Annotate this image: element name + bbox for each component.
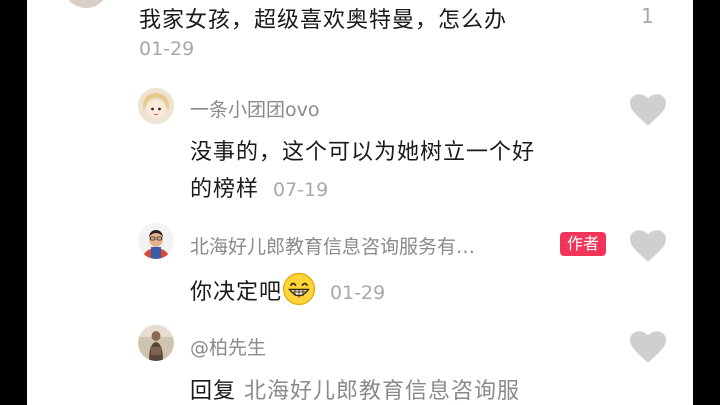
reply-3-avatar[interactable] xyxy=(138,325,174,361)
reply-3-target-link[interactable]: 北海好儿郎教育信息咨询服 xyxy=(244,379,520,404)
comment-thread-panel: 我家女孩，超级喜欢奥特曼，怎么办 01-29 1 一条小团团ovo 没事的，这个… xyxy=(27,0,693,405)
grin-emoji-icon xyxy=(282,272,316,306)
reply-3-username[interactable]: @柏先生 xyxy=(190,333,266,360)
reply-3-text-line: 回复 北海好儿郎教育信息咨询服 xyxy=(190,373,520,405)
man-portrait-avatar-icon xyxy=(138,223,174,259)
reply-2-time: 01-29 xyxy=(330,282,386,304)
reply-1-text-line1: 没事的，这个可以为她树立一个好 xyxy=(190,140,536,165)
heart-icon xyxy=(630,230,666,262)
heart-icon xyxy=(630,331,666,363)
reply-2-text: 你决定吧 xyxy=(190,280,283,305)
reply-1-text-line2-body: 的榜样 xyxy=(190,177,260,202)
top-comment-like-count: 1 xyxy=(641,4,654,28)
reply-2-username[interactable]: 北海好儿郎教育信息咨询服务有… xyxy=(190,232,475,259)
reply-1-avatar[interactable] xyxy=(138,88,174,124)
reply-1-username[interactable]: 一条小团团ovo xyxy=(190,95,320,122)
top-comment-text: 我家女孩，超级喜欢奥特曼，怎么办 xyxy=(139,8,508,33)
reply-1-text-line2: 的榜样 07-19 xyxy=(190,171,328,203)
author-badge: 作者 xyxy=(560,232,607,256)
portrait-photo-avatar-icon xyxy=(138,325,174,361)
anime-girl-avatar-icon xyxy=(138,88,174,124)
top-comment-time: 01-29 xyxy=(139,38,195,60)
reply-2-avatar[interactable] xyxy=(138,223,174,259)
reply-3-like-button[interactable] xyxy=(630,331,666,363)
reply-1-like-button[interactable] xyxy=(630,94,666,126)
reply-1-time: 07-19 xyxy=(273,179,329,201)
top-comment-avatar[interactable] xyxy=(63,0,109,8)
heart-icon xyxy=(630,94,666,126)
reply-2-like-button[interactable] xyxy=(630,230,666,262)
reply-2-text-line: 你决定吧 01-29 xyxy=(190,272,385,306)
reply-3-prefix: 回复 xyxy=(190,379,237,404)
